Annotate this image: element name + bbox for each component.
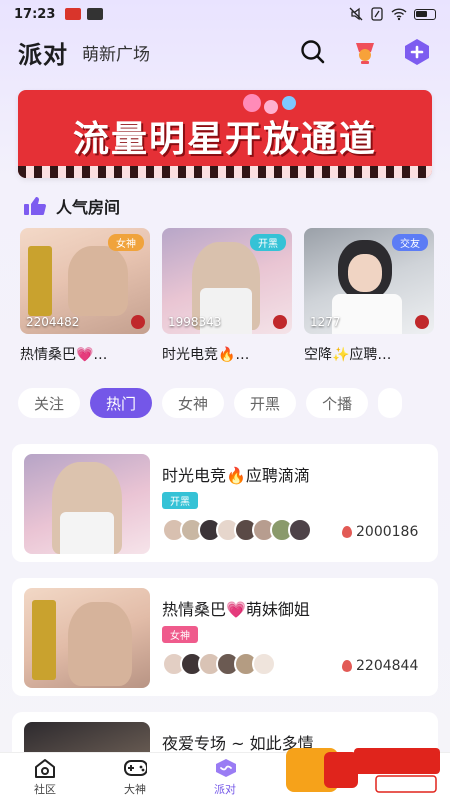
- room-popularity-count: 2000186: [356, 524, 419, 540]
- room-name: 热情桑巴💗…: [20, 347, 108, 363]
- top-header: 派对 萌新广场: [0, 30, 450, 74]
- avatar: [252, 652, 276, 676]
- room-thumbnail: 交友 1277: [304, 228, 434, 334]
- status-time: 17:23: [14, 6, 56, 22]
- tab-more[interactable]: [378, 388, 403, 418]
- banner-checker-stripe: [18, 166, 432, 178]
- room-card[interactable]: 开黑 1998343 时光电竞🔥…: [162, 228, 292, 364]
- popular-rooms-list: 女神 2204482 热情桑巴💗… 开黑 1998343 时光电竞🔥… 交友 1…: [20, 228, 440, 364]
- nav-label: 大神: [124, 782, 146, 796]
- room-popularity-count: 2204482: [26, 315, 80, 329]
- room-popularity: 2000186: [342, 524, 418, 540]
- room-category-badge: 交友: [392, 234, 428, 251]
- room-live-icon: [131, 315, 145, 329]
- wifi-icon: [391, 8, 407, 21]
- room-category-badge: 开黑: [162, 492, 198, 509]
- tab-following[interactable]: 关注: [18, 388, 81, 418]
- battery-icon: [414, 8, 436, 20]
- banner-headline: 流量明星开放通道: [72, 118, 377, 160]
- nav-community[interactable]: 社区: [0, 757, 90, 797]
- notification-icon: [65, 8, 82, 20]
- party-icon: [213, 757, 237, 779]
- room-popularity-count: 1277: [310, 315, 341, 329]
- room-name: 时光电竞🔥…: [162, 347, 250, 363]
- nav-party[interactable]: 派对: [180, 757, 270, 797]
- home-icon: [33, 757, 57, 779]
- status-bar: 17:23: [0, 0, 450, 28]
- member-avatars: [162, 652, 276, 676]
- app-notification-icon: [87, 8, 104, 20]
- site-watermark-logo: [286, 748, 440, 793]
- flame-icon: [342, 660, 352, 672]
- room-card[interactable]: 交友 1277 空降✨应聘…: [304, 228, 434, 364]
- gamepad-icon: [123, 757, 147, 779]
- create-room-icon[interactable]: [402, 37, 432, 67]
- tab-solo-stream[interactable]: 个播: [306, 388, 369, 418]
- popular-rooms-title: 人气房间: [56, 198, 121, 217]
- avatar: [288, 518, 312, 542]
- room-card[interactable]: 女神 2204482 热情桑巴💗…: [20, 228, 150, 364]
- room-popularity-count: 2204844: [356, 658, 419, 674]
- room-list-item[interactable]: 时光电竞🔥应聘滴滴 开黑 2000186: [12, 444, 438, 562]
- sim-icon: [371, 7, 383, 21]
- ranking-trophy-icon[interactable]: [350, 37, 380, 67]
- room-cover: [24, 588, 150, 688]
- tab-hot[interactable]: 热门: [90, 388, 153, 418]
- nav-label: 派对: [214, 782, 236, 796]
- page-title: 派对: [18, 40, 68, 69]
- room-name: 空降✨应聘…: [304, 347, 392, 363]
- room-live-icon: [273, 315, 287, 329]
- thumbs-up-icon: [24, 197, 46, 215]
- room-thumbnail: 女神 2204482: [20, 228, 150, 334]
- flower-decoration: [282, 96, 296, 110]
- room-category-badge: 开黑: [250, 234, 286, 251]
- room-popularity-count: 1998343: [168, 315, 222, 329]
- room-list-item[interactable]: 热情桑巴💗萌妹御姐 女神 2204844: [12, 578, 438, 696]
- tab-gaming[interactable]: 开黑: [234, 388, 297, 418]
- category-tabs: 关注 热门 女神 开黑 个播: [18, 388, 450, 418]
- room-category-badge: 女神: [108, 234, 144, 251]
- promo-banner[interactable]: 流量明星开放通道: [18, 90, 432, 178]
- room-title: 时光电竞🔥应聘滴滴: [162, 466, 310, 485]
- member-avatars: [162, 518, 312, 542]
- room-title: 热情桑巴💗萌妹御姐: [162, 600, 310, 619]
- nav-masters[interactable]: 大神: [90, 757, 180, 797]
- room-popularity: 2204844: [342, 658, 418, 674]
- flame-icon: [342, 526, 352, 538]
- search-icon[interactable]: [298, 37, 328, 67]
- tab-goddess[interactable]: 女神: [162, 388, 225, 418]
- nav-label: 社区: [34, 782, 56, 796]
- room-live-icon: [415, 315, 429, 329]
- room-cover: [24, 454, 150, 554]
- popular-rooms-heading: 人气房间: [24, 194, 120, 218]
- mute-icon: [349, 7, 363, 21]
- page-subtitle[interactable]: 萌新广场: [82, 40, 150, 65]
- room-thumbnail: 开黑 1998343: [162, 228, 292, 334]
- room-category-badge: 女神: [162, 626, 198, 643]
